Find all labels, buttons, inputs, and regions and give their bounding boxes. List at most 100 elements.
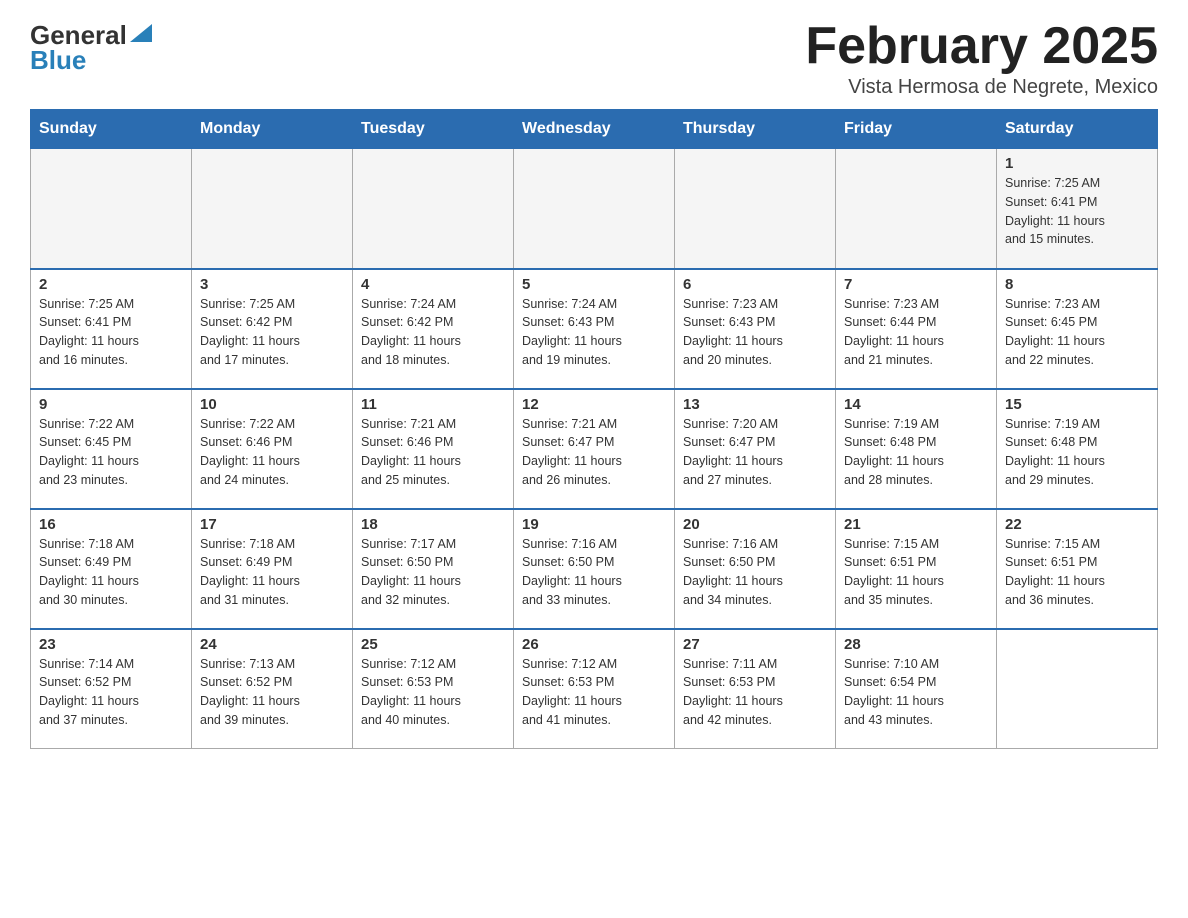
calendar-cell: 2 Sunrise: 7:25 AMSunset: 6:41 PMDaylight… <box>31 269 192 389</box>
day-info: Sunrise: 7:21 AMSunset: 6:47 PMDaylight:… <box>522 417 622 487</box>
day-number: 25 <box>361 636 505 653</box>
calendar-cell: 13 Sunrise: 7:20 AMSunset: 6:47 PMDayligh… <box>675 389 836 509</box>
calendar-cell: 26 Sunrise: 7:12 AMSunset: 6:53 PMDayligh… <box>514 629 675 749</box>
calendar-cell <box>997 629 1158 749</box>
day-info: Sunrise: 7:23 AMSunset: 6:45 PMDaylight:… <box>1005 297 1105 367</box>
weekday-header-row: SundayMondayTuesdayWednesdayThursdayFrid… <box>31 110 1158 149</box>
day-info: Sunrise: 7:25 AMSunset: 6:41 PMDaylight:… <box>1005 176 1105 246</box>
day-info: Sunrise: 7:10 AMSunset: 6:54 PMDaylight:… <box>844 657 944 727</box>
day-number: 2 <box>39 276 183 293</box>
calendar-cell: 12 Sunrise: 7:21 AMSunset: 6:47 PMDayligh… <box>514 389 675 509</box>
day-info: Sunrise: 7:18 AMSunset: 6:49 PMDaylight:… <box>39 537 139 607</box>
day-number: 27 <box>683 636 827 653</box>
day-number: 6 <box>683 276 827 293</box>
weekday-header-thursday: Thursday <box>675 110 836 149</box>
day-number: 21 <box>844 516 988 533</box>
calendar-cell: 22Sunrise: 7:15 AMSunset: 6:51 PMDayligh… <box>997 509 1158 629</box>
day-info: Sunrise: 7:22 AMSunset: 6:45 PMDaylight:… <box>39 417 139 487</box>
weekday-header-tuesday: Tuesday <box>353 110 514 149</box>
day-info: Sunrise: 7:23 AMSunset: 6:44 PMDaylight:… <box>844 297 944 367</box>
calendar-cell: 25 Sunrise: 7:12 AMSunset: 6:53 PMDayligh… <box>353 629 514 749</box>
day-number: 18 <box>361 516 505 533</box>
calendar-cell: 17Sunrise: 7:18 AMSunset: 6:49 PMDayligh… <box>192 509 353 629</box>
calendar-week-4: 16 Sunrise: 7:18 AMSunset: 6:49 PMDayligh… <box>31 509 1158 629</box>
calendar-cell: 6 Sunrise: 7:23 AMSunset: 6:43 PMDaylight… <box>675 269 836 389</box>
day-number: 19 <box>522 516 666 533</box>
calendar-cell: 9 Sunrise: 7:22 AMSunset: 6:45 PMDaylight… <box>31 389 192 509</box>
logo-blue: Blue <box>30 45 86 76</box>
calendar-cell: 3 Sunrise: 7:25 AMSunset: 6:42 PMDaylight… <box>192 269 353 389</box>
day-info: Sunrise: 7:24 AMSunset: 6:43 PMDaylight:… <box>522 297 622 367</box>
day-info: Sunrise: 7:12 AMSunset: 6:53 PMDaylight:… <box>361 657 461 727</box>
calendar-cell: 20 Sunrise: 7:16 AMSunset: 6:50 PMDayligh… <box>675 509 836 629</box>
calendar-cell: 7 Sunrise: 7:23 AMSunset: 6:44 PMDaylight… <box>836 269 997 389</box>
day-number: 22 <box>1005 516 1149 533</box>
weekday-header-monday: Monday <box>192 110 353 149</box>
day-info: Sunrise: 7:19 AMSunset: 6:48 PMDaylight:… <box>1005 417 1105 487</box>
calendar-cell: 19 Sunrise: 7:16 AMSunset: 6:50 PMDayligh… <box>514 509 675 629</box>
weekday-header-saturday: Saturday <box>997 110 1158 149</box>
day-info: Sunrise: 7:19 AMSunset: 6:48 PMDaylight:… <box>844 417 944 487</box>
location-subtitle: Vista Hermosa de Negrete, Mexico <box>805 76 1158 99</box>
calendar-cell: 16 Sunrise: 7:18 AMSunset: 6:49 PMDayligh… <box>31 509 192 629</box>
day-number: 9 <box>39 396 183 413</box>
weekday-header-sunday: Sunday <box>31 110 192 149</box>
day-info: Sunrise: 7:17 AMSunset: 6:50 PMDaylight:… <box>361 537 461 607</box>
day-number: 3 <box>200 276 344 293</box>
day-number: 11 <box>361 396 505 413</box>
day-info: Sunrise: 7:13 AMSunset: 6:52 PMDaylight:… <box>200 657 300 727</box>
day-info: Sunrise: 7:25 AMSunset: 6:41 PMDaylight:… <box>39 297 139 367</box>
calendar-table: SundayMondayTuesdayWednesdayThursdayFrid… <box>30 109 1158 749</box>
calendar-week-2: 2 Sunrise: 7:25 AMSunset: 6:41 PMDaylight… <box>31 269 1158 389</box>
day-info: Sunrise: 7:22 AMSunset: 6:46 PMDaylight:… <box>200 417 300 487</box>
calendar-week-5: 23 Sunrise: 7:14 AMSunset: 6:52 PMDayligh… <box>31 629 1158 749</box>
day-info: Sunrise: 7:16 AMSunset: 6:50 PMDaylight:… <box>683 537 783 607</box>
day-number: 16 <box>39 516 183 533</box>
day-info: Sunrise: 7:23 AMSunset: 6:43 PMDaylight:… <box>683 297 783 367</box>
day-info: Sunrise: 7:16 AMSunset: 6:50 PMDaylight:… <box>522 537 622 607</box>
calendar-cell: 24 Sunrise: 7:13 AMSunset: 6:52 PMDayligh… <box>192 629 353 749</box>
calendar-cell: 4Sunrise: 7:24 AMSunset: 6:42 PMDaylight… <box>353 269 514 389</box>
calendar-cell: 8Sunrise: 7:23 AMSunset: 6:45 PMDaylight… <box>997 269 1158 389</box>
day-info: Sunrise: 7:20 AMSunset: 6:47 PMDaylight:… <box>683 417 783 487</box>
calendar-cell: 28Sunrise: 7:10 AMSunset: 6:54 PMDayligh… <box>836 629 997 749</box>
day-number: 7 <box>844 276 988 293</box>
day-number: 4 <box>361 276 505 293</box>
day-number: 20 <box>683 516 827 533</box>
calendar-cell: 14 Sunrise: 7:19 AMSunset: 6:48 PMDayligh… <box>836 389 997 509</box>
day-number: 10 <box>200 396 344 413</box>
calendar-week-1: 1Sunrise: 7:25 AMSunset: 6:41 PMDaylight… <box>31 149 1158 269</box>
day-number: 24 <box>200 636 344 653</box>
calendar-cell <box>192 149 353 269</box>
calendar-cell <box>675 149 836 269</box>
day-number: 5 <box>522 276 666 293</box>
calendar-cell: 5 Sunrise: 7:24 AMSunset: 6:43 PMDaylight… <box>514 269 675 389</box>
day-info: Sunrise: 7:25 AMSunset: 6:42 PMDaylight:… <box>200 297 300 367</box>
day-info: Sunrise: 7:12 AMSunset: 6:53 PMDaylight:… <box>522 657 622 727</box>
logo-triangle-icon <box>130 24 152 42</box>
day-number: 17 <box>200 516 344 533</box>
weekday-header-friday: Friday <box>836 110 997 149</box>
calendar-cell <box>31 149 192 269</box>
day-info: Sunrise: 7:14 AMSunset: 6:52 PMDaylight:… <box>39 657 139 727</box>
calendar-cell: 21 Sunrise: 7:15 AMSunset: 6:51 PMDayligh… <box>836 509 997 629</box>
calendar-cell <box>514 149 675 269</box>
day-info: Sunrise: 7:11 AMSunset: 6:53 PMDaylight:… <box>683 657 783 727</box>
calendar-cell: 23 Sunrise: 7:14 AMSunset: 6:52 PMDayligh… <box>31 629 192 749</box>
calendar-cell <box>353 149 514 269</box>
day-number: 12 <box>522 396 666 413</box>
calendar-cell: 15 Sunrise: 7:19 AMSunset: 6:48 PMDayligh… <box>997 389 1158 509</box>
day-number: 13 <box>683 396 827 413</box>
calendar-week-3: 9 Sunrise: 7:22 AMSunset: 6:45 PMDaylight… <box>31 389 1158 509</box>
day-info: Sunrise: 7:15 AMSunset: 6:51 PMDaylight:… <box>844 537 944 607</box>
day-number: 23 <box>39 636 183 653</box>
calendar-cell: 18 Sunrise: 7:17 AMSunset: 6:50 PMDayligh… <box>353 509 514 629</box>
calendar-cell: 1Sunrise: 7:25 AMSunset: 6:41 PMDaylight… <box>997 149 1158 269</box>
calendar-cell: 27 Sunrise: 7:11 AMSunset: 6:53 PMDayligh… <box>675 629 836 749</box>
day-number: 14 <box>844 396 988 413</box>
day-number: 26 <box>522 636 666 653</box>
calendar-cell <box>836 149 997 269</box>
day-number: 15 <box>1005 396 1149 413</box>
page-header: General Blue February 2025 Vista Hermosa… <box>30 20 1158 99</box>
calendar-cell: 10 Sunrise: 7:22 AMSunset: 6:46 PMDayligh… <box>192 389 353 509</box>
